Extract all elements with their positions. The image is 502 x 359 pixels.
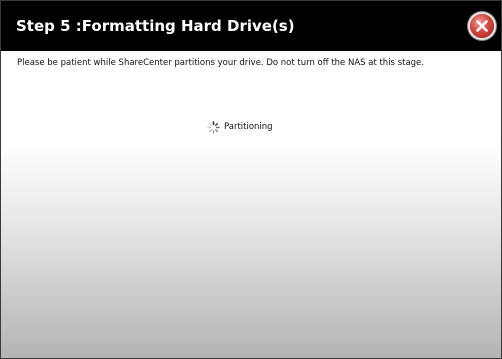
- partitioning-status: Partitioning: [207, 120, 273, 134]
- close-button[interactable]: [470, 14, 494, 38]
- formatting-dialog: Step 5 :Formatting Hard Drive(s) Please …: [0, 0, 502, 359]
- dialog-titlebar: Step 5 :Formatting Hard Drive(s): [1, 1, 501, 51]
- status-label: Partitioning: [224, 122, 273, 132]
- dialog-title: Step 5 :Formatting Hard Drive(s): [16, 17, 295, 35]
- loading-spinner-icon: [207, 120, 220, 134]
- close-icon: [476, 20, 488, 32]
- instruction-message: Please be patient while ShareCenter part…: [17, 58, 424, 68]
